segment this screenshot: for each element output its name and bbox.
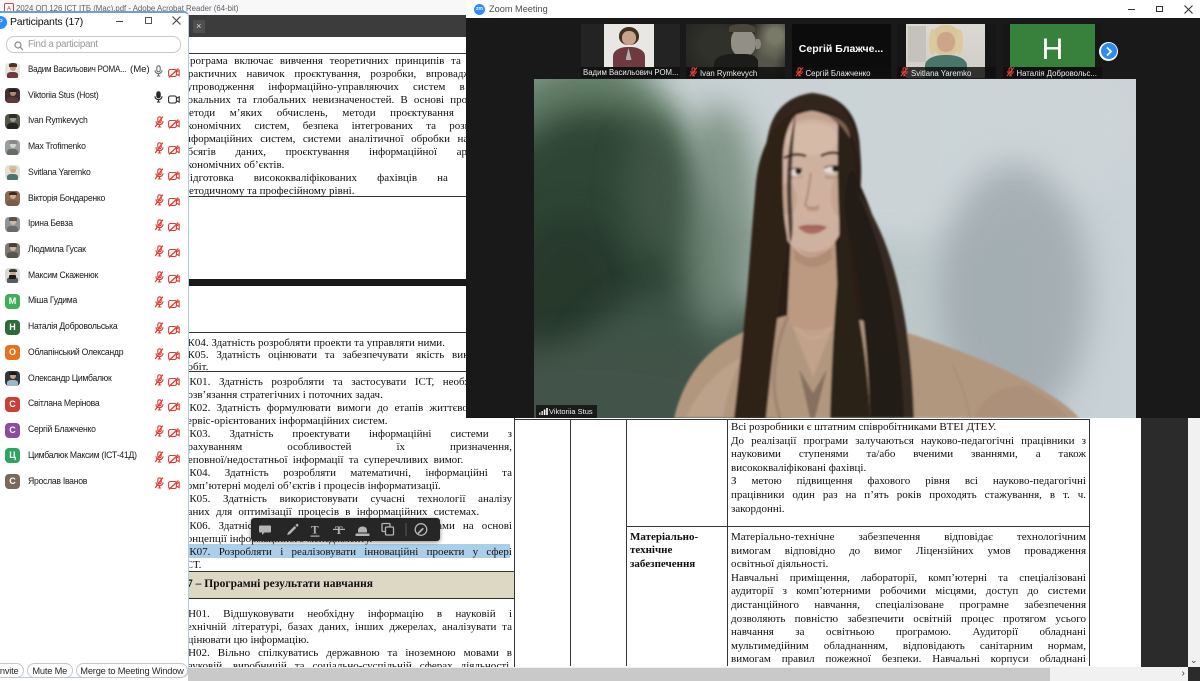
svg-text:T: T (335, 525, 343, 537)
svg-text:T: T (311, 525, 319, 537)
